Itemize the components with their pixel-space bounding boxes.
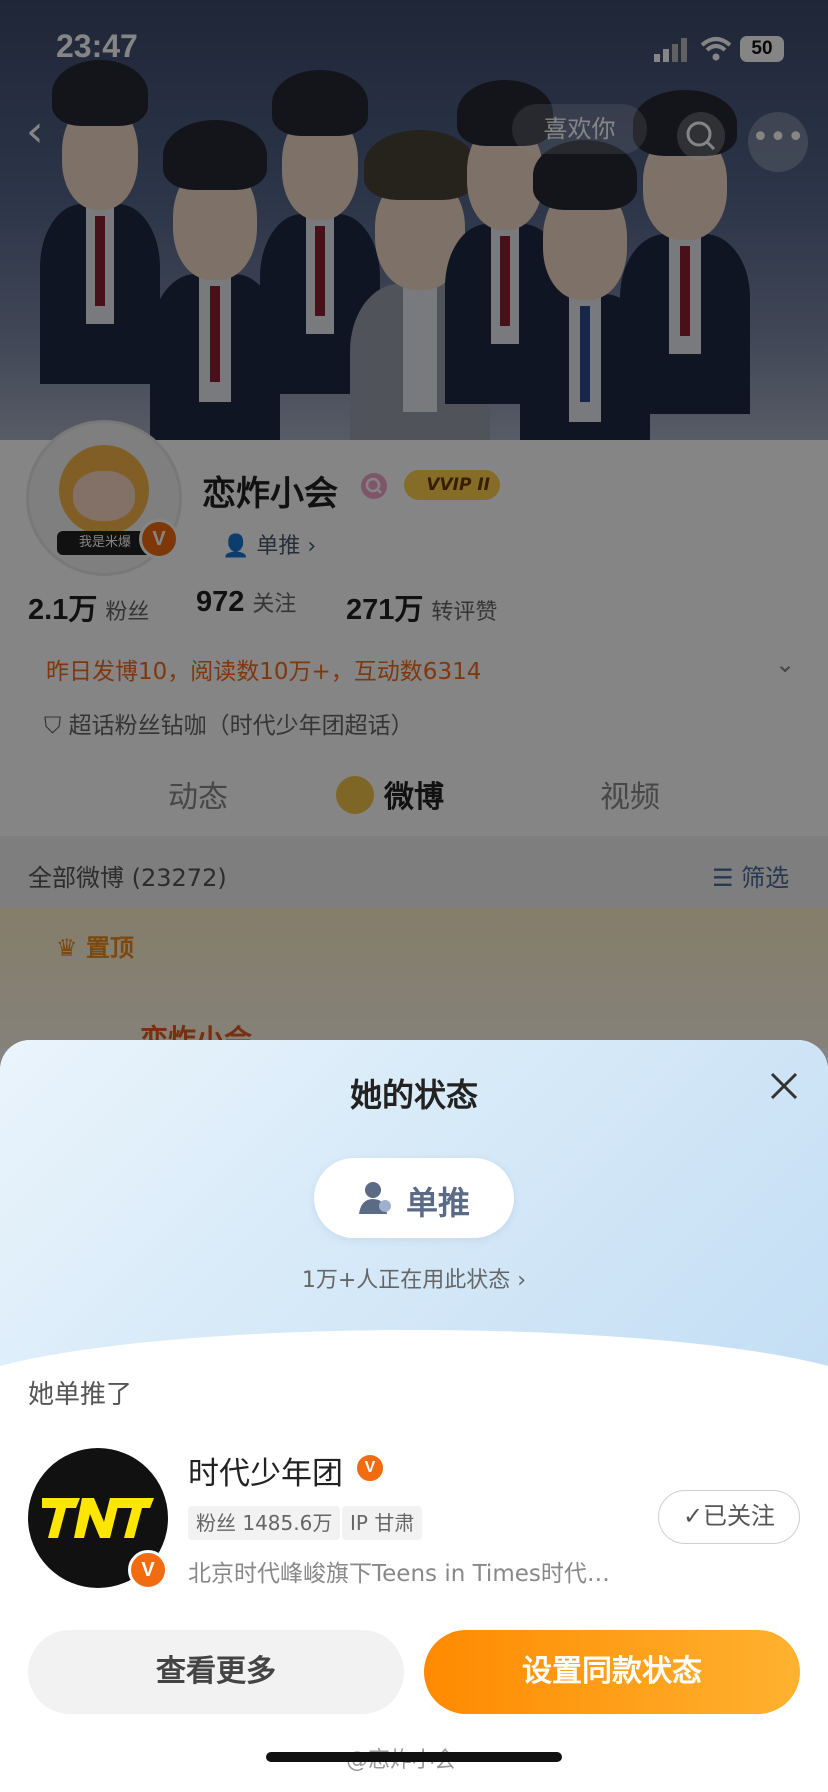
- account-name[interactable]: 时代少年团: [188, 1448, 343, 1493]
- verified-badge-icon: V: [128, 1550, 168, 1590]
- tnt-logo-icon: [42, 1498, 154, 1538]
- set-same-status-button[interactable]: 设置同款状态: [424, 1630, 800, 1714]
- sheet-title: 她的状态: [349, 1076, 478, 1114]
- account-avatar[interactable]: V: [28, 1448, 168, 1590]
- account-description: 北京时代峰峻旗下Teens in Times时代…: [188, 1561, 610, 1587]
- close-icon[interactable]: [766, 1068, 802, 1104]
- status-users-count-link[interactable]: 1万+人正在用此状态 ›: [0, 1262, 828, 1294]
- followed-button[interactable]: ✓已关注: [658, 1490, 800, 1544]
- home-indicator[interactable]: [266, 1752, 562, 1762]
- ip-location-chip: IP 甘肃: [342, 1506, 423, 1540]
- user-icon: [359, 1182, 391, 1214]
- status-pill[interactable]: 单推: [314, 1158, 514, 1238]
- status-bottom-sheet: 她的状态 单推 1万+人正在用此状态 › 她单推了 V 时代少年团 V 粉丝 1…: [0, 1040, 828, 1792]
- check-icon: ✓: [682, 1502, 704, 1530]
- view-more-button[interactable]: 查看更多: [28, 1630, 404, 1714]
- verified-badge-icon: V: [354, 1452, 386, 1484]
- status-pill-label: 单推: [406, 1184, 471, 1222]
- section-title: 她单推了: [28, 1380, 133, 1410]
- fans-count-chip: 粉丝 1485.6万: [188, 1506, 341, 1540]
